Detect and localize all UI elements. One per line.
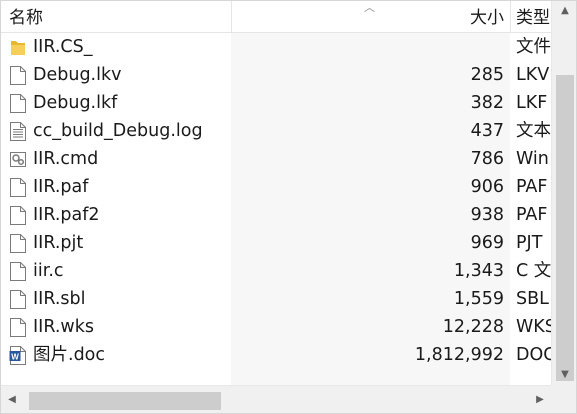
file-type: PAF — [516, 205, 548, 225]
file-icon — [9, 317, 27, 338]
file-name: IIR.CS_ — [33, 37, 93, 57]
file-name: Debug.lkf — [33, 93, 118, 113]
file-row[interactable]: W 图片.doc 1,812,992 DOC — [1, 341, 551, 369]
file-size: 1,343 — [453, 261, 504, 281]
file-type: Win — [516, 149, 549, 169]
file-icon — [9, 261, 27, 282]
column-header-name[interactable]: 名称 — [1, 1, 231, 33]
file-icon — [9, 177, 27, 198]
file-row[interactable]: IIR.CS_ 文件 — [1, 33, 551, 61]
file-size: 906 — [470, 177, 504, 197]
file-type: SBL — [516, 289, 549, 309]
file-row[interactable]: Debug.lkf 382 LKF — [1, 89, 551, 117]
file-icon — [9, 93, 27, 114]
svg-text:W: W — [11, 353, 19, 362]
column-header-size-label: 大小 — [470, 8, 504, 28]
file-row[interactable]: IIR.paf2 938 PAF — [1, 201, 551, 229]
file-type: DOC — [516, 345, 551, 365]
file-name: 图片.doc — [33, 345, 105, 365]
file-icon — [9, 289, 27, 310]
file-size: 12,228 — [442, 317, 504, 337]
scroll-left-icon[interactable]: ◀ — [1, 386, 23, 413]
file-size: 969 — [470, 233, 504, 253]
file-name: IIR.sbl — [33, 289, 86, 309]
file-type: WKS — [516, 317, 551, 337]
scroll-down-icon[interactable]: ▼ — [552, 365, 576, 385]
file-type: LKF — [516, 93, 548, 113]
horizontal-scrollbar[interactable]: ◀ ▶ — [1, 385, 551, 413]
file-name: IIR.paf2 — [33, 205, 100, 225]
file-type: C 文 — [516, 261, 551, 281]
file-name: iir.c — [33, 261, 64, 281]
word-doc-icon: W — [9, 345, 27, 366]
file-size: 285 — [470, 65, 504, 85]
column-header-bar: 名称 ︿ 大小 类型 — [1, 1, 551, 33]
file-row[interactable]: cc_build_Debug.log 437 文本 — [1, 117, 551, 145]
file-icon — [9, 205, 27, 226]
scrollbar-corner — [551, 385, 576, 413]
file-explorer-window: 名称 ︿ 大小 类型 IIR.CS_ 文件 Debug.lkv 285 LKV Debug… — [0, 0, 577, 414]
file-size: 1,559 — [453, 289, 504, 309]
file-name: cc_build_Debug.log — [33, 121, 203, 141]
file-type: LKV — [516, 65, 550, 85]
text-file-icon — [9, 121, 27, 142]
file-row[interactable]: Debug.lkv 285 LKV — [1, 61, 551, 89]
file-size: 938 — [470, 205, 504, 225]
horizontal-scroll-thumb[interactable] — [29, 392, 221, 410]
file-size: 786 — [470, 149, 504, 169]
scroll-right-icon[interactable]: ▶ — [529, 386, 551, 413]
column-header-type[interactable]: 类型 — [510, 1, 551, 33]
folder-icon — [9, 37, 27, 58]
vertical-scrollbar[interactable]: ▲ ▼ — [551, 1, 576, 385]
file-name: Debug.lkv — [33, 65, 122, 85]
file-list: IIR.CS_ 文件 Debug.lkv 285 LKV Debug.lkf 382 LKF c… — [1, 33, 551, 385]
file-icon — [9, 233, 27, 254]
file-row[interactable]: IIR.pjt 969 PJT — [1, 229, 551, 257]
file-row[interactable]: IIR.sbl 1,559 SBL — [1, 285, 551, 313]
cmd-file-icon — [9, 149, 27, 170]
file-name: IIR.cmd — [33, 149, 99, 169]
file-size: 437 — [470, 121, 504, 141]
file-row[interactable]: IIR.wks 12,228 WKS — [1, 313, 551, 341]
file-row[interactable]: iir.c 1,343 C 文 — [1, 257, 551, 285]
file-row[interactable]: IIR.paf 906 PAF — [1, 173, 551, 201]
file-name: IIR.wks — [33, 317, 94, 337]
file-type: 文件 — [516, 37, 551, 57]
sort-ascending-icon: ︿ — [364, 1, 375, 14]
file-size: 1,812,992 — [414, 345, 504, 365]
file-name: IIR.paf — [33, 177, 89, 197]
file-type: PAF — [516, 177, 548, 197]
scroll-up-icon[interactable]: ▲ — [552, 1, 576, 21]
file-name: IIR.pjt — [33, 233, 84, 253]
file-icon — [9, 65, 27, 86]
file-size: 382 — [470, 93, 504, 113]
vertical-scroll-thumb[interactable] — [556, 75, 574, 381]
file-type: 文本 — [516, 121, 551, 141]
file-row[interactable]: IIR.cmd 786 Win — [1, 145, 551, 173]
file-type: PJT — [516, 233, 543, 253]
column-header-size[interactable]: ︿ 大小 — [231, 1, 510, 33]
